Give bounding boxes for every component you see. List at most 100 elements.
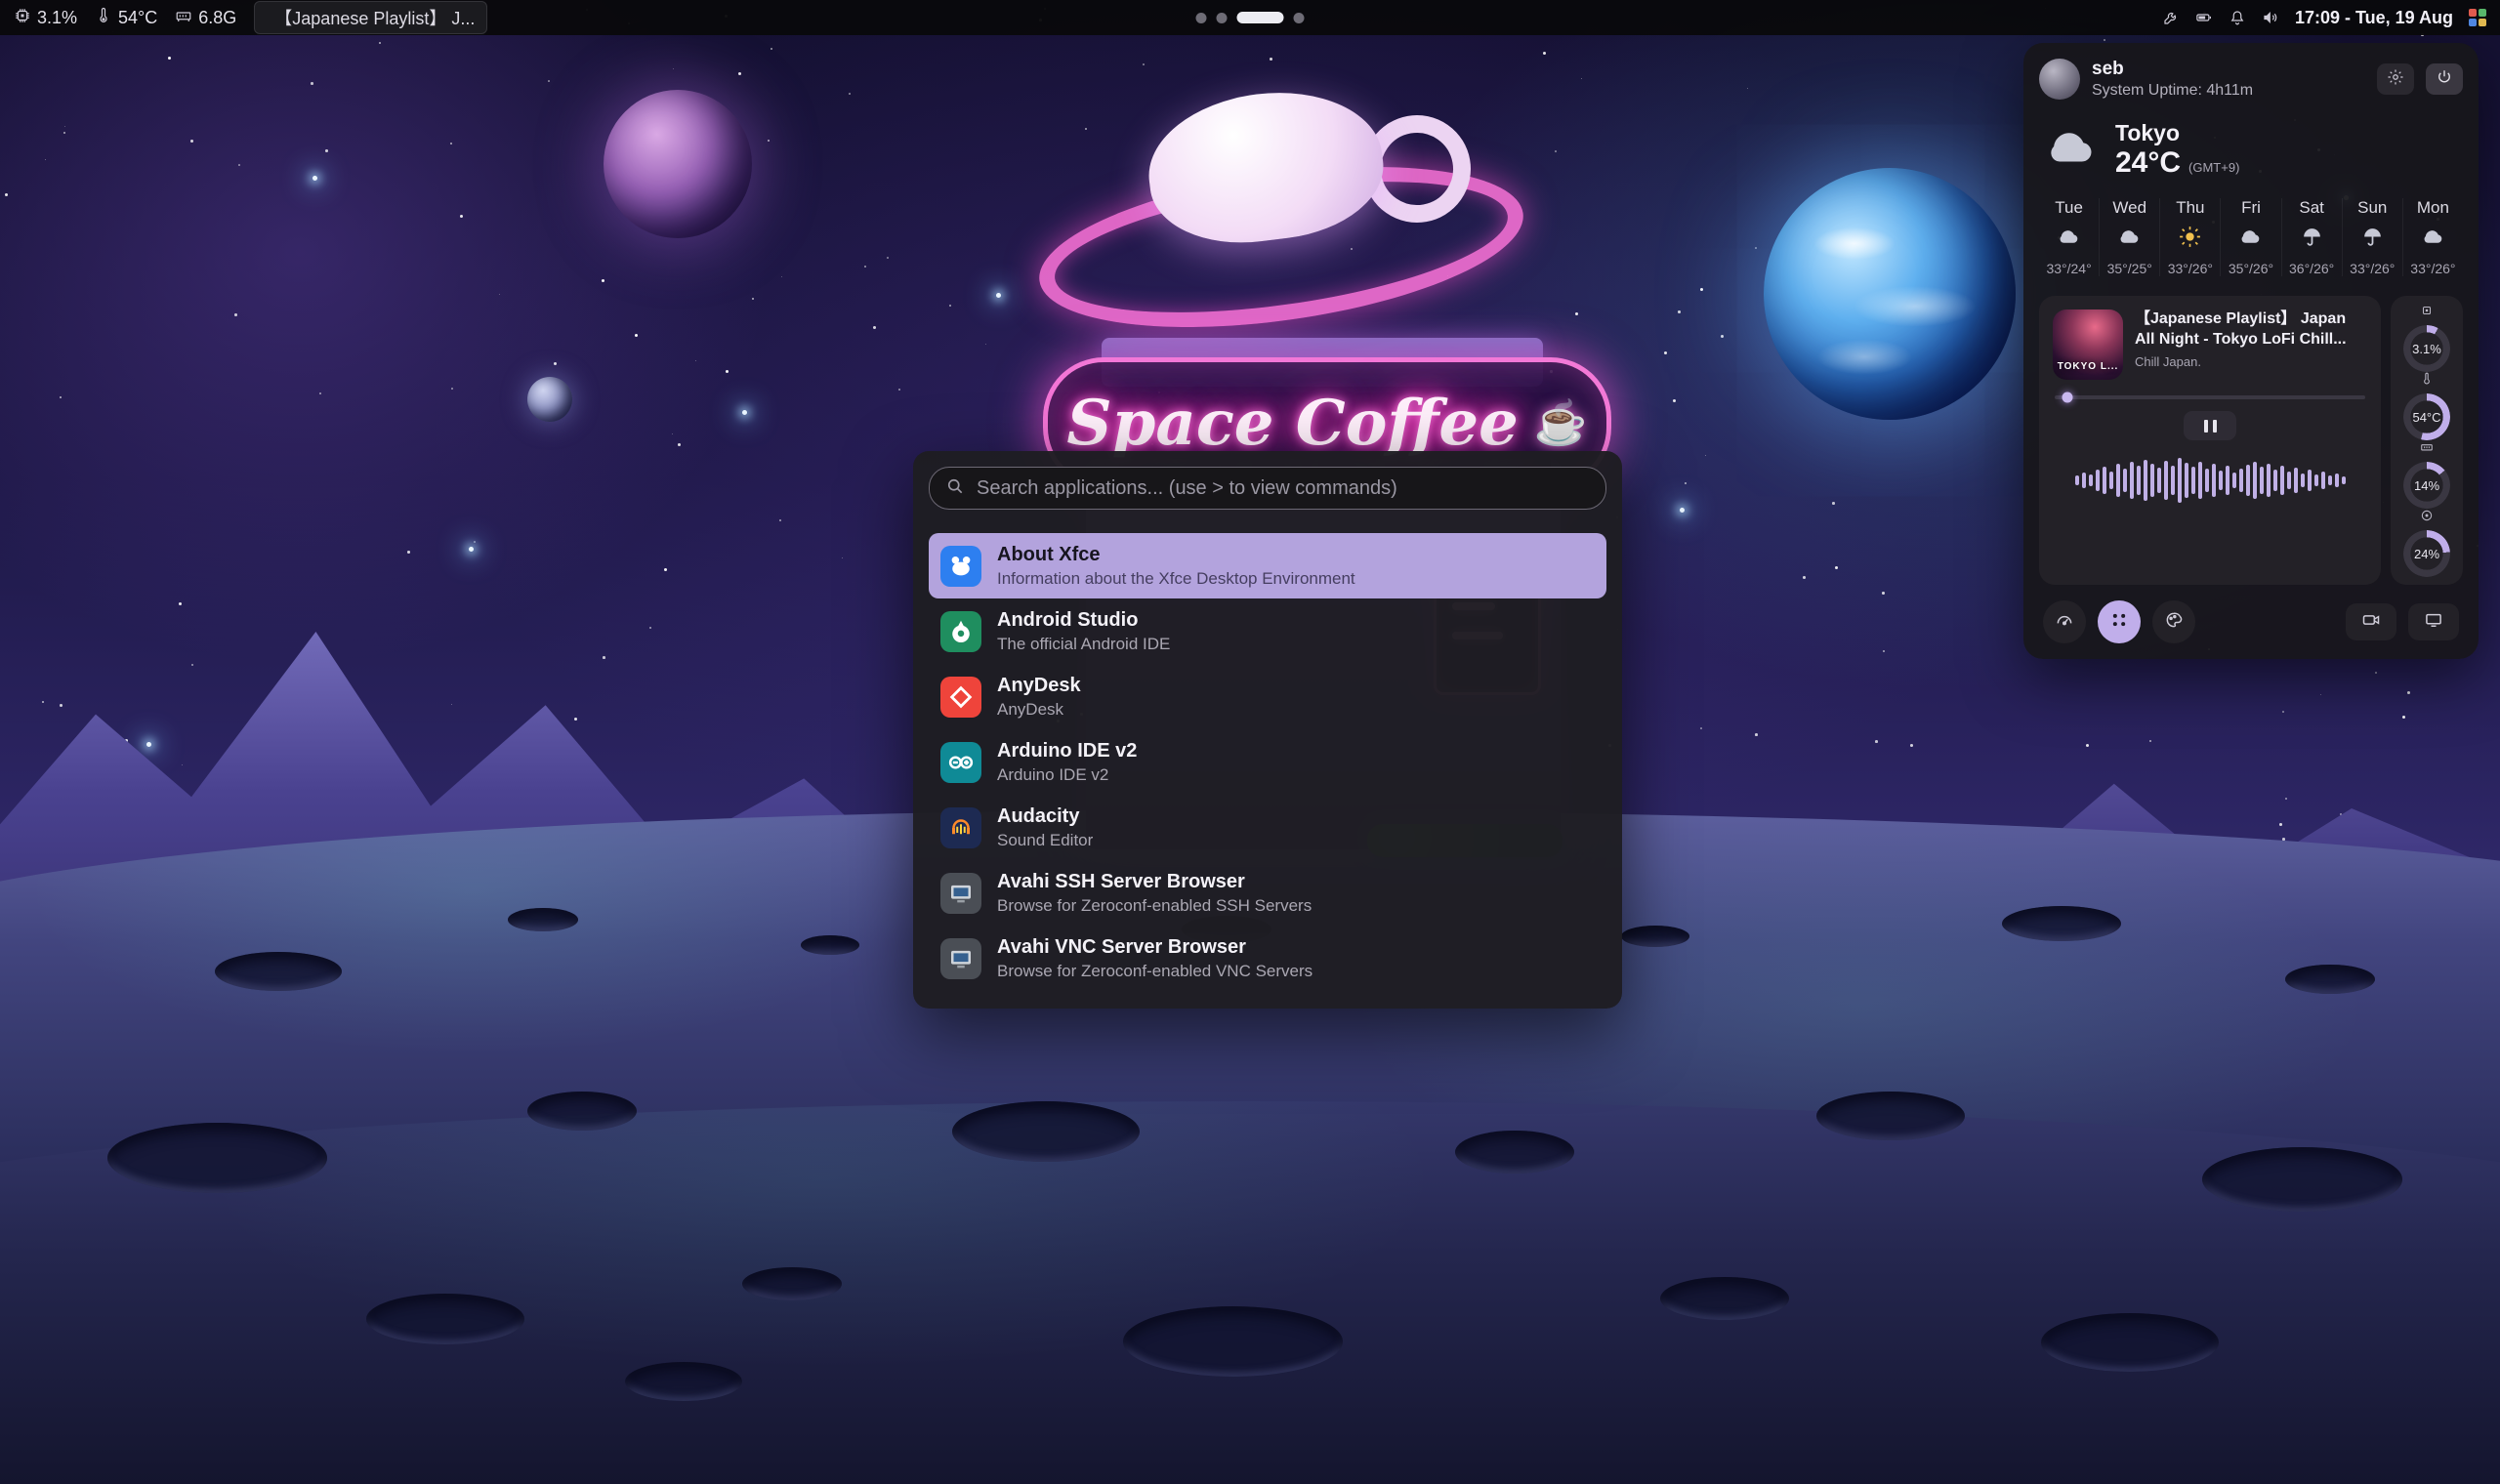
track-subtitle: Chill Japan. — [2135, 354, 2367, 369]
settings-button[interactable] — [2377, 63, 2414, 95]
weather-card: Tokyo 24°C (GMT+9) — [2039, 115, 2463, 181]
stat-memory: 14% — [2403, 440, 2450, 509]
cloud-icon — [2117, 225, 2142, 254]
launcher-result[interactable]: Avahi VNC Server BrowserBrowse for Zeroc… — [929, 926, 1606, 991]
clock[interactable]: 17:09 - Tue, 19 Aug — [2295, 8, 2453, 28]
androidstudio-icon — [940, 611, 981, 652]
launcher-result[interactable]: Avahi SSH Server BrowserBrowse for Zeroc… — [929, 860, 1606, 926]
palette-icon — [2164, 610, 2184, 635]
cloud-icon — [2421, 225, 2445, 254]
gear-icon — [2387, 68, 2404, 91]
cpu-readout: 3.1% — [14, 7, 77, 29]
album-art-label: TOKYO L... — [2053, 361, 2123, 372]
result-title: AnyDesk — [997, 674, 1081, 697]
small-moon — [527, 377, 572, 422]
moon-crater — [952, 1101, 1140, 1162]
video-icon — [2361, 610, 2381, 635]
moon-crater — [1816, 1092, 1965, 1140]
apps-icon — [2109, 610, 2129, 635]
moon-crater — [107, 1123, 327, 1193]
weather-forecast: Tue33°/24°Wed35°/25°Thu33°/26°Fri35°/26°… — [2039, 196, 2463, 280]
workspace-dot[interactable] — [1196, 13, 1207, 23]
media-ticker-button[interactable]: 【Japanese Playlist】 J... — [254, 1, 487, 34]
display-icon — [2424, 610, 2443, 635]
result-subtitle: The official Android IDE — [997, 634, 1170, 654]
avatar[interactable] — [2039, 59, 2080, 100]
purple-planet — [604, 90, 752, 238]
theme-button[interactable] — [2152, 600, 2195, 643]
workspace-dot[interactable] — [1294, 13, 1305, 23]
cloud-icon — [2238, 225, 2263, 254]
weather-temp: 24°C — [2115, 146, 2181, 180]
search-box[interactable] — [929, 467, 1606, 510]
moon-crater — [1621, 926, 1689, 947]
launcher-result[interactable]: About XfceInformation about the Xfce Des… — [929, 533, 1606, 598]
record-button[interactable] — [2346, 603, 2396, 640]
launcher-result[interactable]: AudacitySound Editor — [929, 795, 1606, 860]
moon-crater — [625, 1362, 742, 1401]
neon-sign-text: Space Coffee — [1066, 387, 1518, 460]
result-title: Avahi SSH Server Browser — [997, 870, 1312, 893]
temp-value: 54°C — [118, 8, 157, 28]
thermo-icon — [2420, 372, 2434, 391]
thermometer-icon — [95, 7, 112, 29]
seek-handle[interactable] — [2062, 392, 2072, 403]
app-grid-icon[interactable] — [2469, 9, 2486, 26]
rain-icon — [2300, 225, 2324, 254]
system-stats-column: 3.1%54°C14%24% — [2391, 296, 2463, 585]
sun-icon — [2178, 225, 2202, 254]
workspace-dot[interactable] — [1217, 13, 1228, 23]
ram-icon — [2420, 440, 2434, 459]
memory-readout: 6.8G — [175, 7, 236, 29]
widgets-button[interactable] — [2098, 600, 2141, 643]
battery-icon[interactable] — [2195, 9, 2213, 26]
pause-icon — [2204, 420, 2208, 433]
workspace-indicator[interactable] — [1196, 0, 1305, 35]
track-title: 【Japanese Playlist】 Japan All Night - To… — [2135, 309, 2367, 350]
computer-icon — [940, 938, 981, 979]
display-button[interactable] — [2408, 603, 2459, 640]
sidebar-button-row — [2039, 600, 2463, 643]
power-button[interactable] — [2426, 63, 2463, 95]
moon-crater — [215, 952, 342, 991]
pause-icon — [2213, 420, 2217, 433]
moon-crater — [366, 1294, 524, 1344]
bell-icon[interactable] — [2229, 9, 2246, 26]
moon-crater — [2202, 1147, 2402, 1212]
result-title: Avahi VNC Server Browser — [997, 935, 1312, 959]
power-icon — [2436, 68, 2453, 91]
moon-crater — [2002, 906, 2121, 941]
coffee-cup-icon: ☕ — [1534, 397, 1588, 448]
stat-temp: 54°C — [2403, 372, 2450, 440]
moon-crater — [1660, 1277, 1789, 1320]
search-input[interactable] — [975, 476, 1590, 501]
search-icon — [945, 476, 965, 501]
xfce-icon — [940, 546, 981, 587]
gauge-button[interactable] — [2043, 600, 2086, 643]
launcher-result[interactable]: Arduino IDE v2Arduino IDE v2 — [929, 729, 1606, 795]
album-art[interactable]: TOKYO L... — [2053, 309, 2123, 380]
volume-icon[interactable] — [2262, 9, 2279, 26]
forecast-day: Thu33°/26° — [2159, 198, 2220, 276]
disk-icon — [2420, 509, 2434, 527]
workspace-active-pill[interactable] — [1237, 12, 1284, 23]
widget-sidebar: seb System Uptime: 4h11m Tokyo 24°C (GMT… — [2023, 43, 2479, 659]
tools-icon[interactable] — [2162, 9, 2180, 26]
earth-planet — [1764, 168, 2016, 420]
user-card: seb System Uptime: 4h11m — [2039, 59, 2463, 100]
moon-crater — [801, 935, 859, 955]
media-player-card: TOKYO L... 【Japanese Playlist】 Japan All… — [2039, 296, 2381, 585]
result-subtitle: Arduino IDE v2 — [997, 764, 1137, 785]
launcher-result[interactable]: Android StudioThe official Android IDE — [929, 598, 1606, 664]
seek-bar[interactable] — [2055, 395, 2365, 399]
result-subtitle: AnyDesk — [997, 699, 1081, 720]
system-uptime: System Uptime: 4h11m — [2092, 82, 2365, 100]
moon-crater — [1123, 1306, 1343, 1377]
moon-crater — [508, 908, 578, 931]
computer-icon — [940, 873, 981, 914]
pause-button[interactable] — [2184, 411, 2236, 440]
weather-city: Tokyo — [2115, 120, 2239, 146]
forecast-day: Wed35°/25° — [2099, 198, 2159, 276]
user-name: seb — [2092, 59, 2365, 80]
launcher-result[interactable]: AnyDeskAnyDesk — [929, 664, 1606, 729]
